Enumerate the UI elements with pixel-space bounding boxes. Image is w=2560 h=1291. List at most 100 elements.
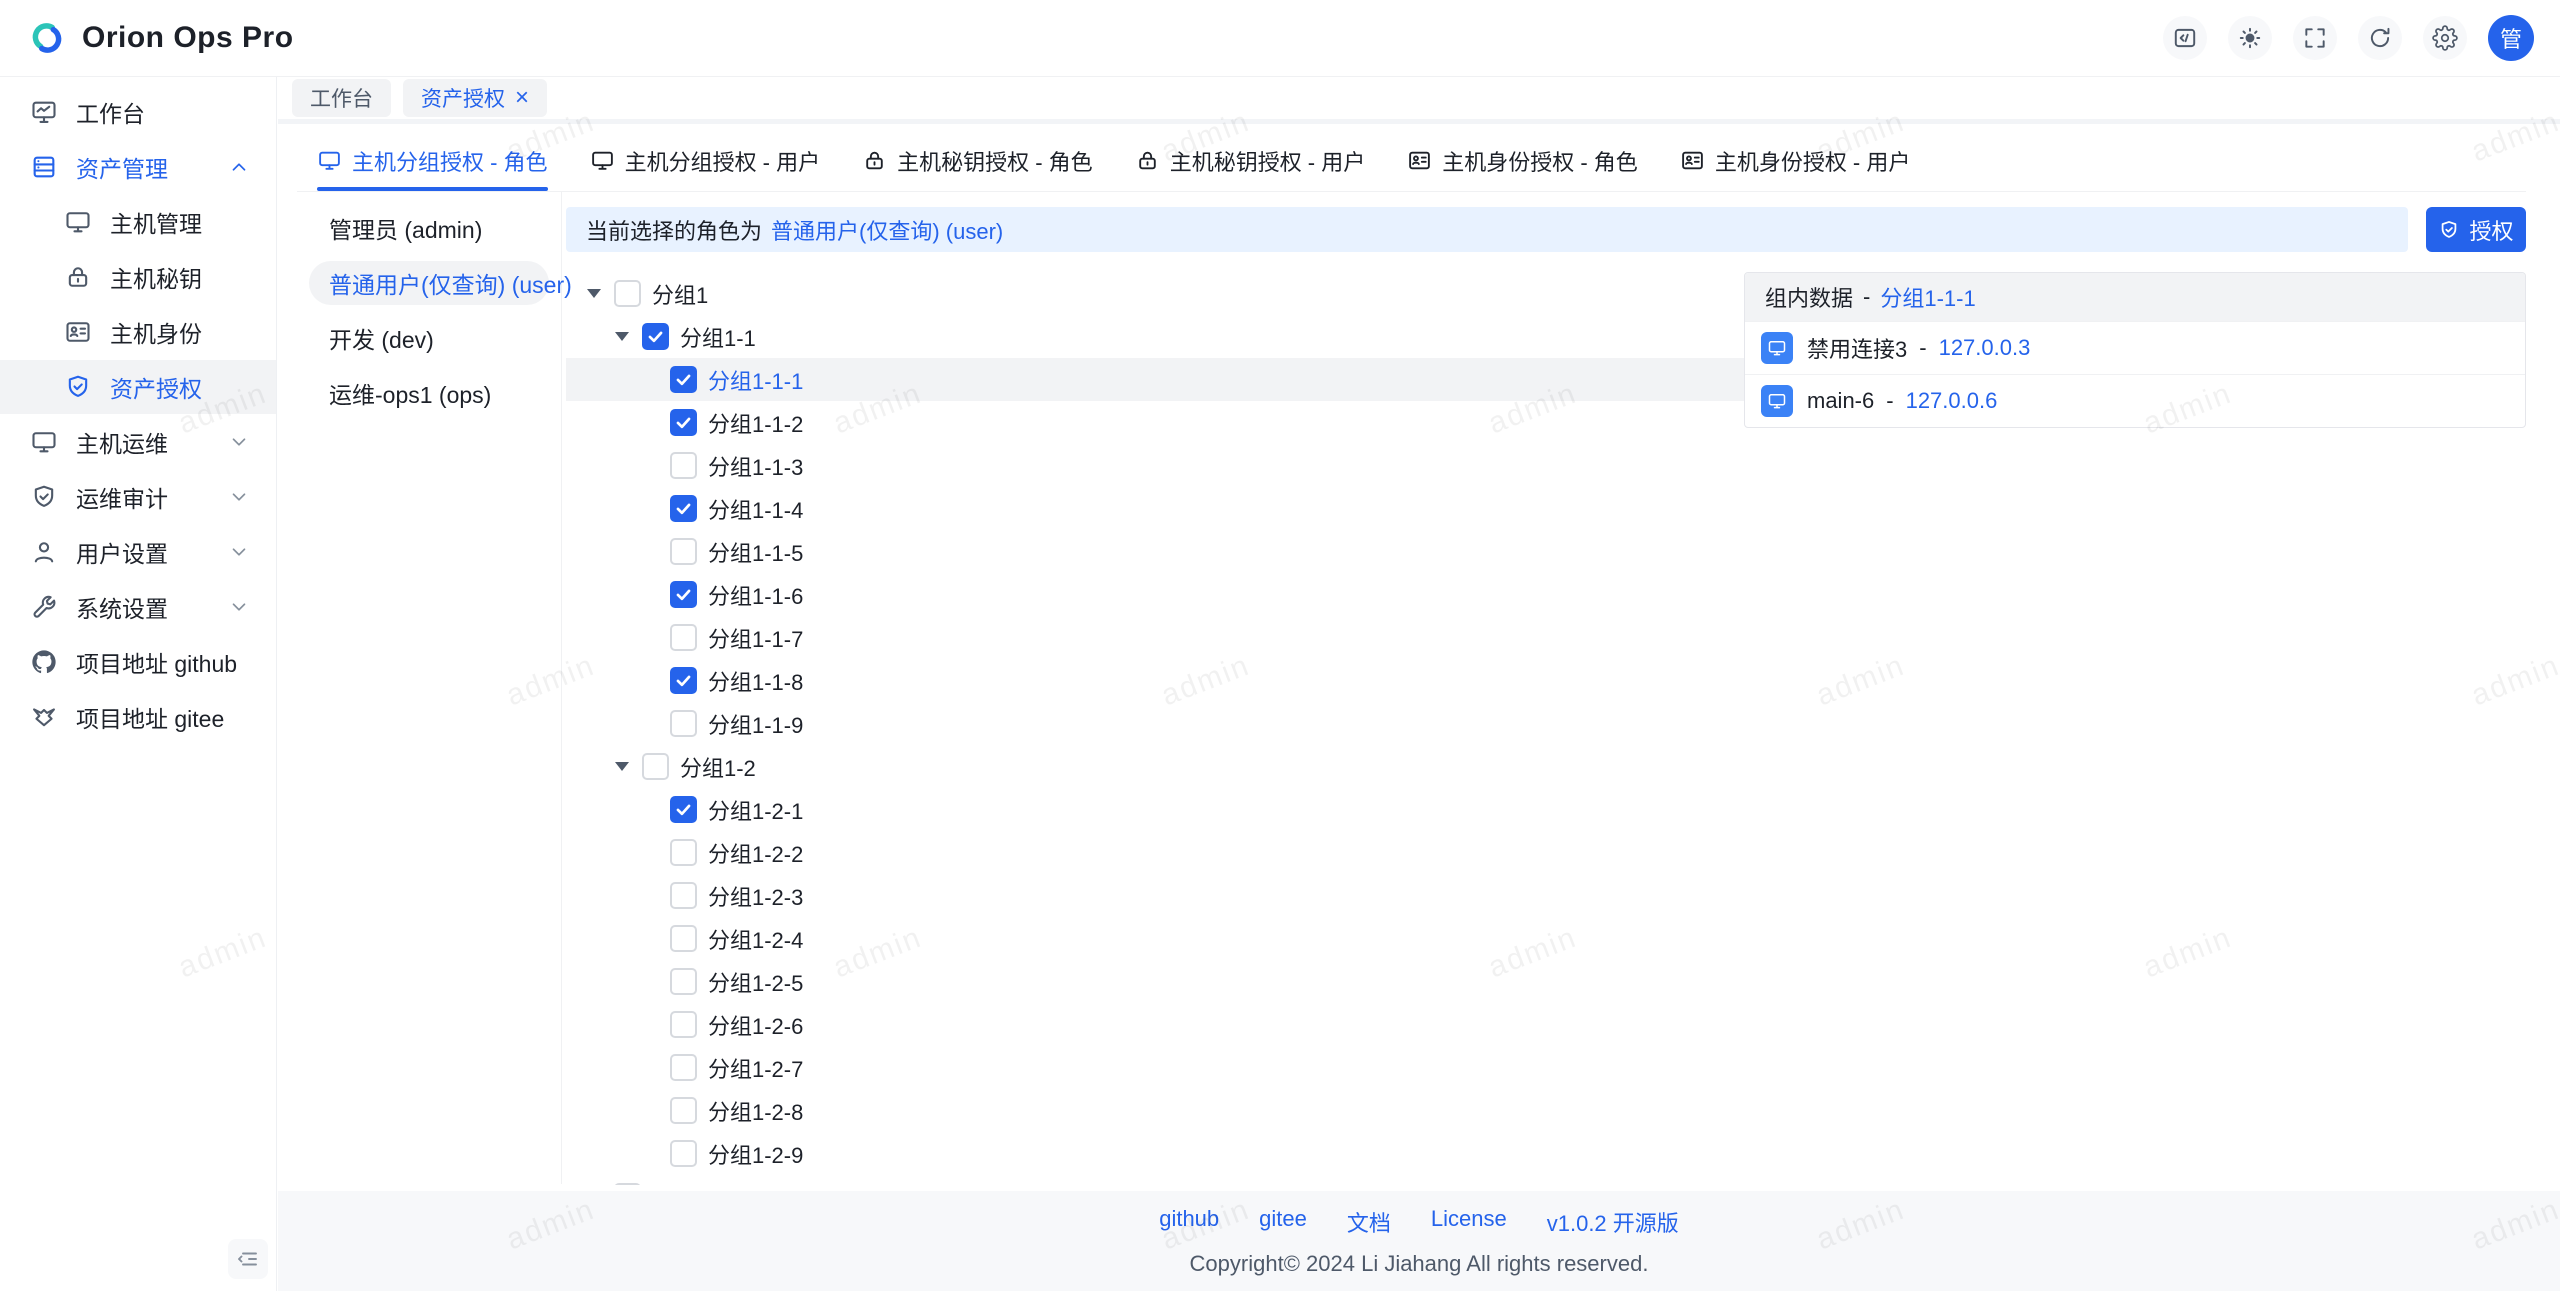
sidebar-item[interactable]: 项目地址 gitee xyxy=(0,690,276,744)
refresh-icon[interactable] xyxy=(2358,16,2402,60)
tree-node[interactable]: 分组1-2-7 xyxy=(566,1046,1744,1089)
app-screen: Orion Ops Pro 管 工作台 资产管理 主机管理 主机秘钥 主机身份 … xyxy=(0,0,2560,1291)
host-ip[interactable]: 127.0.0.3 xyxy=(1939,335,2031,361)
caret-down-icon[interactable] xyxy=(587,289,614,298)
sidebar-item[interactable]: 资产管理 xyxy=(0,140,276,194)
tree-node[interactable]: 分组1-2-5 xyxy=(566,960,1744,1003)
tree-node[interactable]: 分组1-2-8 xyxy=(566,1089,1744,1132)
tree-node-label: 分组1 xyxy=(652,282,709,308)
tree-checkbox[interactable] xyxy=(670,925,697,952)
tree-node[interactable]: 分组1-1-9 xyxy=(566,702,1744,745)
tree-checkbox[interactable] xyxy=(670,882,697,909)
sidebar-item[interactable]: 项目地址 github xyxy=(0,635,276,689)
settings-gear-icon[interactable] xyxy=(2423,16,2467,60)
footer-link[interactable]: License xyxy=(1431,1206,1507,1238)
sidebar-item[interactable]: 主机运维 xyxy=(0,415,276,469)
tree-checkbox[interactable] xyxy=(670,1011,697,1038)
tree-checkbox[interactable] xyxy=(670,839,697,866)
tree-node[interactable]: 分组1-2-6 xyxy=(566,1003,1744,1046)
tab-lock-2[interactable]: 主机秘钥授权 - 角色 xyxy=(862,130,1093,191)
chevron-up-icon xyxy=(228,156,250,178)
tree-checkbox[interactable] xyxy=(670,452,697,479)
tree-node[interactable]: 分组1-2-4 xyxy=(566,917,1744,960)
sidebar-subitem[interactable]: 主机管理 xyxy=(0,195,276,249)
tree-checkbox[interactable] xyxy=(670,1097,697,1124)
tree-node[interactable]: 分组1-2-3 xyxy=(566,874,1744,917)
sidebar-item[interactable]: 工作台 xyxy=(0,85,276,139)
tree-node[interactable]: 分组1-1-4 xyxy=(566,487,1744,530)
sidebar-subitem[interactable]: 主机秘钥 xyxy=(0,250,276,304)
tree-checkbox[interactable] xyxy=(670,796,697,823)
tree-checkbox[interactable] xyxy=(670,667,697,694)
fullscreen-icon[interactable] xyxy=(2293,16,2337,60)
tree-node[interactable]: 分组1-1-8 xyxy=(566,659,1744,702)
content-card: 主机分组授权 - 角色 主机分组授权 - 用户 主机秘钥授权 - 角色 主机秘钥授权 … xyxy=(297,130,2526,1185)
tree-checkbox[interactable] xyxy=(670,1140,697,1167)
sidebar-item[interactable]: 用户设置 xyxy=(0,525,276,579)
tree-node[interactable]: 分组1-1-1 xyxy=(566,358,1744,401)
tree-checkbox[interactable] xyxy=(670,366,697,393)
tree-checkbox[interactable] xyxy=(614,1183,641,1185)
role-item-label: 开发 (dev) xyxy=(329,327,434,353)
tree-node[interactable]: 分组1-1 xyxy=(566,315,1744,358)
sidebar-subitem[interactable]: 主机身份 xyxy=(0,305,276,359)
authorize-button[interactable]: 授权 xyxy=(2426,207,2526,252)
tree-node[interactable]: 分组1-1-3 xyxy=(566,444,1744,487)
opened-tab[interactable]: 工作台 xyxy=(292,79,391,117)
role-item[interactable]: 普通用户(仅查询) (user) xyxy=(309,261,572,305)
tree-node[interactable]: 分组1-2-1 xyxy=(566,788,1744,831)
tab-monitor-1[interactable]: 主机分组授权 - 用户 xyxy=(590,130,820,191)
role-item[interactable]: 开发 (dev) xyxy=(309,316,549,360)
tab-lock-3[interactable]: 主机秘钥授权 - 用户 xyxy=(1135,130,1365,191)
workbench-icon xyxy=(30,98,58,126)
tree-node[interactable]: 分组1-1-5 xyxy=(566,530,1744,573)
avatar[interactable]: 管 xyxy=(2488,15,2534,61)
tree-node[interactable]: 分组1-1-2 xyxy=(566,401,1744,444)
tree-node[interactable]: 分组1-2-9 xyxy=(566,1132,1744,1175)
sidebar-item[interactable]: 运维审计 xyxy=(0,470,276,524)
tree-checkbox[interactable] xyxy=(670,538,697,565)
footer-link[interactable]: github xyxy=(1159,1206,1219,1238)
tree-node[interactable]: 分组1-1-6 xyxy=(566,573,1744,616)
footer-link[interactable]: v1.0.2 开源版 xyxy=(1547,1206,1679,1238)
caret-down-icon[interactable] xyxy=(615,762,642,771)
sidebar-subitem[interactable]: 资产授权 xyxy=(0,360,276,414)
tab-monitor-0[interactable]: 主机分组授权 - 角色 xyxy=(317,130,548,191)
host-row[interactable]: 禁用连接3-127.0.0.3 xyxy=(1745,321,2525,374)
tree-node[interactable]: 分组2 xyxy=(566,1175,1744,1185)
tree-checkbox[interactable] xyxy=(642,323,669,350)
tree-checkbox[interactable] xyxy=(670,968,697,995)
tree-checkbox[interactable] xyxy=(642,753,669,780)
tab-idcard-4[interactable]: 主机身份授权 - 角色 xyxy=(1407,130,1638,191)
sidebar-item[interactable]: 系统设置 xyxy=(0,580,276,634)
host-row[interactable]: main-6-127.0.0.6 xyxy=(1745,374,2525,427)
opened-tab[interactable]: 资产授权 × xyxy=(403,79,548,117)
code-icon[interactable] xyxy=(2163,16,2207,60)
tree-node[interactable]: 分组1-2 xyxy=(566,745,1744,788)
tree-checkbox[interactable] xyxy=(670,1054,697,1081)
close-icon[interactable]: × xyxy=(515,86,529,110)
tree-checkbox[interactable] xyxy=(614,280,641,307)
tree-checkbox[interactable] xyxy=(670,624,697,651)
host-ip[interactable]: 127.0.0.6 xyxy=(1906,388,1998,414)
alert-role-link[interactable]: 普通用户(仅查询) (user) xyxy=(771,214,1003,246)
role-item[interactable]: 运维-ops1 (ops) xyxy=(309,371,549,415)
wrench-icon xyxy=(30,593,58,621)
tree-node-label: 分组1-2-1 xyxy=(708,798,804,824)
chevron-down-icon xyxy=(228,596,250,618)
tree-checkbox[interactable] xyxy=(670,710,697,737)
tree-checkbox[interactable] xyxy=(670,409,697,436)
tree-node[interactable]: 分组1-2-2 xyxy=(566,831,1744,874)
tree-node[interactable]: 分组1-1-7 xyxy=(566,616,1744,659)
caret-down-icon[interactable] xyxy=(615,332,642,341)
theme-sun-icon[interactable] xyxy=(2228,16,2272,60)
tree-checkbox[interactable] xyxy=(670,495,697,522)
footer-link[interactable]: gitee xyxy=(1259,1206,1307,1238)
tree-node[interactable]: 分组1 xyxy=(566,272,1744,315)
sidebar-collapse-button[interactable] xyxy=(228,1239,268,1279)
logo[interactable]: Orion Ops Pro xyxy=(26,17,294,59)
role-item[interactable]: 管理员 (admin) xyxy=(309,206,549,250)
tree-checkbox[interactable] xyxy=(670,581,697,608)
tab-idcard-5[interactable]: 主机身份授权 - 用户 xyxy=(1680,130,1910,191)
footer-link[interactable]: 文档 xyxy=(1347,1206,1391,1238)
